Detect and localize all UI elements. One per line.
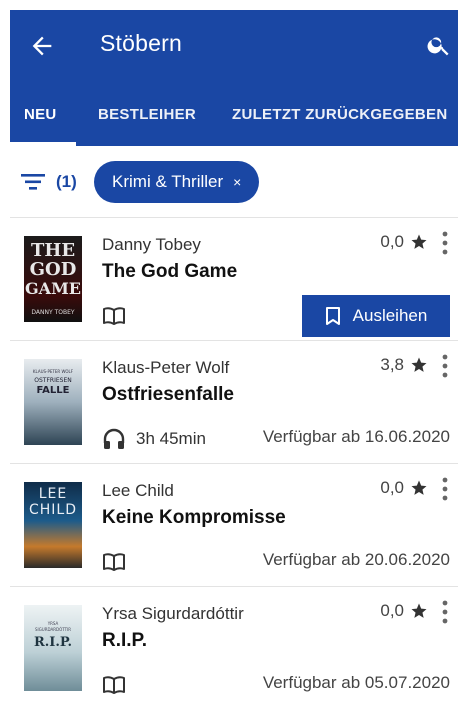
cover-title-line: LEE xyxy=(38,486,68,502)
search-button[interactable] xyxy=(426,32,452,58)
rating-value: 0,0 xyxy=(380,478,404,497)
bookmark-icon xyxy=(325,307,340,325)
cover-title-line: FALLE xyxy=(36,385,70,396)
app-bar: Stöbern NEU BESTLEIHER ZULETZT ZURÜCKGEG… xyxy=(10,10,458,146)
back-button[interactable] xyxy=(28,32,56,60)
cover-title-line: R.I.P. xyxy=(33,635,73,650)
borrow-button-label: Ausleihen xyxy=(352,306,428,325)
media-type xyxy=(102,673,126,697)
book-rating: 0,0 xyxy=(380,478,428,498)
media-type xyxy=(102,550,126,574)
borrow-button[interactable]: Ausleihen xyxy=(302,295,450,337)
filter-button[interactable]: (1) xyxy=(20,168,77,196)
book-open-icon xyxy=(103,676,125,694)
more-options-icon[interactable] xyxy=(438,230,452,256)
availability-text: Verfügbar ab 05.07.2020 xyxy=(262,673,450,692)
cover-title-line: THE xyxy=(30,240,76,261)
arrow-left-icon xyxy=(32,36,52,56)
list-item[interactable]: KLAUS-PETER WOLF OSTFRIESEN FALLE Klaus-… xyxy=(10,341,458,464)
cover-title-line: OSTFRIESEN xyxy=(34,377,72,384)
book-author: Yrsa Sigurdardóttir xyxy=(102,604,244,623)
more-options-icon[interactable] xyxy=(438,353,452,379)
availability-text: Verfügbar ab 16.06.2020 xyxy=(262,427,450,446)
filter-bar: (1) Krimi & Thriller × xyxy=(10,146,458,218)
cover-author: KLAUS-PETER WOLF xyxy=(32,369,74,374)
book-cover: YRSA SIGURDARDÓTTIR R.I.P. xyxy=(24,605,82,691)
audio-duration: 3h 45min xyxy=(136,429,206,448)
more-options-icon[interactable] xyxy=(438,476,452,502)
filter-chip-label: Krimi & Thriller xyxy=(112,172,224,191)
tab-bar: NEU BESTLEIHER ZULETZT ZURÜCKGEGEBEN xyxy=(10,96,458,146)
book-list: THE GOD GAME DANNY TOBEY Danny Tobey The… xyxy=(10,218,458,709)
book-author: Klaus-Peter Wolf xyxy=(102,358,230,377)
star-icon xyxy=(411,357,427,372)
cover-title-line: GAME xyxy=(25,279,81,298)
more-options-icon[interactable] xyxy=(438,599,452,625)
cover-author: YRSA xyxy=(47,621,59,626)
star-icon xyxy=(411,603,427,618)
book-author: Lee Child xyxy=(102,481,174,500)
book-title: Keine Kompromisse xyxy=(102,507,286,528)
book-cover: KLAUS-PETER WOLF OSTFRIESEN FALLE xyxy=(24,359,82,445)
app-screen: Stöbern NEU BESTLEIHER ZULETZT ZURÜCKGEG… xyxy=(10,10,458,709)
book-title: The God Game xyxy=(102,261,238,282)
tab-zuletzt-zurueckgegeben[interactable]: ZULETZT ZURÜCKGEGEBEN xyxy=(232,96,447,146)
rating-value: 0,0 xyxy=(380,232,404,251)
book-title: Ostfriesenfalle xyxy=(102,384,234,405)
filter-chip[interactable]: Krimi & Thriller × xyxy=(94,161,260,203)
search-icon xyxy=(427,37,449,56)
tab-bestleiher[interactable]: BESTLEIHER xyxy=(98,96,196,146)
book-open-icon xyxy=(103,307,125,325)
media-type xyxy=(102,304,126,328)
book-rating: 0,0 xyxy=(380,601,428,621)
headphones-icon xyxy=(103,428,125,449)
book-cover: LEE CHILD xyxy=(24,482,82,568)
book-open-icon xyxy=(103,553,125,571)
filter-count: (1) xyxy=(56,172,77,191)
availability-text: Verfügbar ab 20.06.2020 xyxy=(262,550,450,569)
media-type: 3h 45min xyxy=(102,427,206,451)
close-icon[interactable]: × xyxy=(233,174,241,190)
cover-title-line: CHILD xyxy=(28,502,77,518)
rating-value: 3,8 xyxy=(380,355,404,374)
filter-icon xyxy=(21,174,45,190)
tab-neu[interactable]: NEU xyxy=(24,96,57,146)
star-icon xyxy=(411,234,427,249)
book-rating: 0,0 xyxy=(380,232,428,252)
cover-author: DANNY TOBEY xyxy=(31,309,75,316)
page-title: Stöbern xyxy=(100,30,182,56)
list-item[interactable]: LEE CHILD Lee Child Keine Kompromisse 0,… xyxy=(10,464,458,587)
book-author: Danny Tobey xyxy=(102,235,201,254)
cover-title-line: GOD xyxy=(29,259,77,280)
rating-value: 0,0 xyxy=(380,601,404,620)
list-item[interactable]: YRSA SIGURDARDÓTTIR R.I.P. Yrsa Sigurdar… xyxy=(10,587,458,709)
list-item[interactable]: THE GOD GAME DANNY TOBEY Danny Tobey The… xyxy=(10,218,458,341)
book-cover: THE GOD GAME DANNY TOBEY xyxy=(24,236,82,322)
book-title: R.I.P. xyxy=(102,630,148,651)
book-rating: 3,8 xyxy=(380,355,428,375)
cover-author: SIGURDARDÓTTIR xyxy=(34,627,72,632)
star-icon xyxy=(411,480,427,495)
